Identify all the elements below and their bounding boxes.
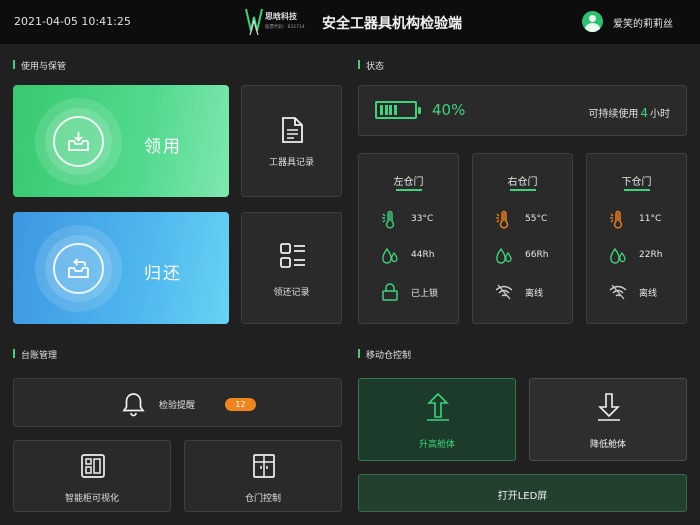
raise-cabin-label: 升高舱体 <box>418 440 455 450</box>
door-card-right: 右仓门 55°C 66Rh 离线 <box>472 153 573 324</box>
bell-icon <box>122 393 145 417</box>
borrow-records-button[interactable]: 领还记录 <box>241 212 342 324</box>
humidity-row: 44Rh <box>359 246 458 266</box>
section-title-mobile-control: 移动仓控制 <box>358 348 411 361</box>
username[interactable]: 爱笑的莉莉丝 <box>613 15 673 30</box>
arrow-down-icon <box>598 393 620 421</box>
battery-bar <box>380 105 383 115</box>
open-led-screen-label: 打开LED屏 <box>497 491 548 502</box>
inbox-return-icon <box>53 243 104 294</box>
company-logo: 思晗科技 股票代码：832714 <box>244 7 312 37</box>
thermometer-icon <box>496 210 509 229</box>
battery-percent: 40% <box>432 101 466 119</box>
avatar-body <box>585 23 600 32</box>
cabinet-visualization-button[interactable]: 智能柜可视化 <box>13 440 171 512</box>
temperature-value: 11°C <box>639 214 662 224</box>
door-title: 左仓门 <box>359 173 458 191</box>
datetime: 2021-04-05 10:41:25 <box>14 15 131 28</box>
humidity-drop-icon <box>382 247 398 264</box>
door-control-button[interactable]: 仓门控制 <box>184 440 342 512</box>
connection-state: 离线 <box>525 289 544 299</box>
battery-bar <box>389 105 392 115</box>
logo-mark-icon <box>245 8 263 36</box>
document-icon <box>282 117 303 143</box>
humidity-value: 66Rh <box>525 250 549 260</box>
section-title-status: 状态 <box>358 59 384 72</box>
temperature-value: 33°C <box>411 214 434 224</box>
avatar-head <box>589 15 596 22</box>
humidity-row: 22Rh <box>587 246 686 266</box>
humidity-row: 66Rh <box>473 246 572 266</box>
humidity-drop-icon <box>496 247 512 264</box>
arrow-up-icon <box>427 392 449 421</box>
cabinet-visualization-label: 智能柜可视化 <box>64 494 119 504</box>
list-icon <box>280 243 305 268</box>
wifi-icon <box>609 284 627 300</box>
door-card-left: 左仓门 33°C 44Rh 已上锁 <box>358 153 459 324</box>
humidity-value: 22Rh <box>639 250 663 260</box>
inspection-reminder-button[interactable]: 检验提醒 12 <box>13 378 342 427</box>
connection-state: 离线 <box>639 289 658 299</box>
battery-bar <box>393 105 397 115</box>
logo-sub-text: 股票代码：832714 <box>265 25 305 30</box>
lock-state-row: 已上锁 <box>359 282 458 302</box>
top-bar: 2021-04-05 10:41:25 思晗科技 股票代码：832714 安全工… <box>0 0 700 44</box>
temperature-row: 55°C <box>473 210 572 230</box>
door-card-bottom: 下仓门 11°C 22Rh 离线 <box>586 153 687 324</box>
temperature-row: 33°C <box>359 210 458 230</box>
battery-duration: 可持续使用 4 小时 <box>588 105 670 120</box>
battery-icon <box>375 101 421 119</box>
door-title: 右仓门 <box>473 173 572 191</box>
reminder-count-badge: 12 <box>225 398 256 411</box>
borrow-label: 领用 <box>144 137 182 157</box>
connection-row: 离线 <box>587 282 686 302</box>
open-led-screen-button[interactable]: 打开LED屏 <box>358 474 687 512</box>
cabinet-icon <box>81 454 105 478</box>
thermometer-icon <box>610 210 623 229</box>
wifi-icon <box>495 284 513 300</box>
battery-panel: 40% 可持续使用 4 小时 <box>358 85 687 136</box>
tool-records-label: 工器具记录 <box>268 158 314 168</box>
battery-bar <box>384 105 388 115</box>
inspection-reminder-label: 检验提醒 <box>159 401 196 411</box>
section-title-ledger: 台账管理 <box>13 348 57 361</box>
lower-cabin-button[interactable]: 降低舱体 <box>529 378 687 461</box>
humidity-drop-icon <box>610 247 626 264</box>
double-door-icon <box>253 454 275 478</box>
tool-records-button[interactable]: 工器具记录 <box>241 85 342 197</box>
temperature-value: 55°C <box>525 214 548 224</box>
logo-brand-text: 思晗科技 <box>265 12 297 21</box>
lock-state: 已上锁 <box>411 289 439 299</box>
borrow-records-label: 领还记录 <box>273 288 310 298</box>
door-title: 下仓门 <box>587 173 686 191</box>
borrow-button[interactable]: 领用 <box>13 85 229 197</box>
return-button[interactable]: 归还 <box>13 212 229 324</box>
section-title-usage: 使用与保管 <box>13 59 66 72</box>
duration-prefix: 可持续使用 <box>588 109 639 120</box>
return-label: 归还 <box>144 264 182 284</box>
lock-icon <box>382 283 398 301</box>
inbox-download-icon <box>53 116 104 167</box>
connection-row: 离线 <box>473 282 572 302</box>
thermometer-icon <box>382 210 395 229</box>
user-avatar[interactable] <box>582 11 603 32</box>
temperature-row: 11°C <box>587 210 686 230</box>
humidity-value: 44Rh <box>411 250 435 260</box>
lower-cabin-label: 降低舱体 <box>589 440 626 450</box>
raise-cabin-button[interactable]: 升高舱体 <box>358 378 516 461</box>
duration-value: 4 <box>640 106 648 120</box>
duration-suffix: 小时 <box>650 109 670 120</box>
app-title: 安全工器具机构检验端 <box>322 16 462 32</box>
door-control-label: 仓门控制 <box>244 494 281 504</box>
